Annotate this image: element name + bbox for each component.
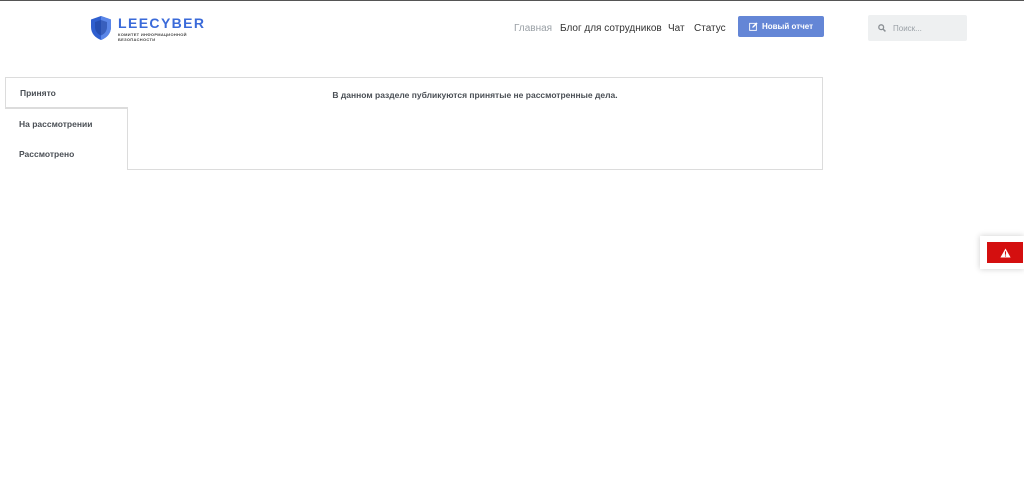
tab-content-panel: В данном разделе публикуются принятые не… <box>127 77 823 170</box>
shield-logo-icon <box>91 16 111 40</box>
nav-item-status[interactable]: Статус <box>694 22 726 36</box>
floating-alert-widget <box>980 236 1024 269</box>
tab-accepted[interactable]: Принято <box>5 77 128 108</box>
edit-icon <box>749 22 758 31</box>
brand-tagline: КОМИТЕТ ИНФОРМАЦИОННОЙ БЕЗОПАСНОСТИ <box>118 32 187 42</box>
nav-item-home[interactable]: Главная <box>514 22 552 36</box>
top-border <box>0 0 1024 1</box>
tab-reviewed[interactable]: Рассмотрено <box>5 139 128 170</box>
nav-item-chat[interactable]: Чат <box>668 22 685 36</box>
site-logo[interactable]: LEECYBER КОМИТЕТ ИНФОРМАЦИОННОЙ БЕЗОПАСН… <box>90 15 204 43</box>
tab-under-review[interactable]: На рассмотрении <box>5 108 128 139</box>
nav-item-blog[interactable]: Блог для сотрудников <box>560 22 662 36</box>
search-input[interactable] <box>893 23 963 33</box>
alert-button[interactable] <box>987 242 1023 263</box>
tab-content-text: В данном разделе публикуются принятые не… <box>332 90 618 100</box>
search-icon <box>878 24 886 32</box>
brand-name: LEECYBER <box>118 15 206 31</box>
new-report-button[interactable]: Новый отчет <box>738 16 824 37</box>
new-report-label: Новый отчет <box>761 22 814 31</box>
warning-icon <box>999 247 1011 258</box>
search-box[interactable] <box>868 15 967 41</box>
